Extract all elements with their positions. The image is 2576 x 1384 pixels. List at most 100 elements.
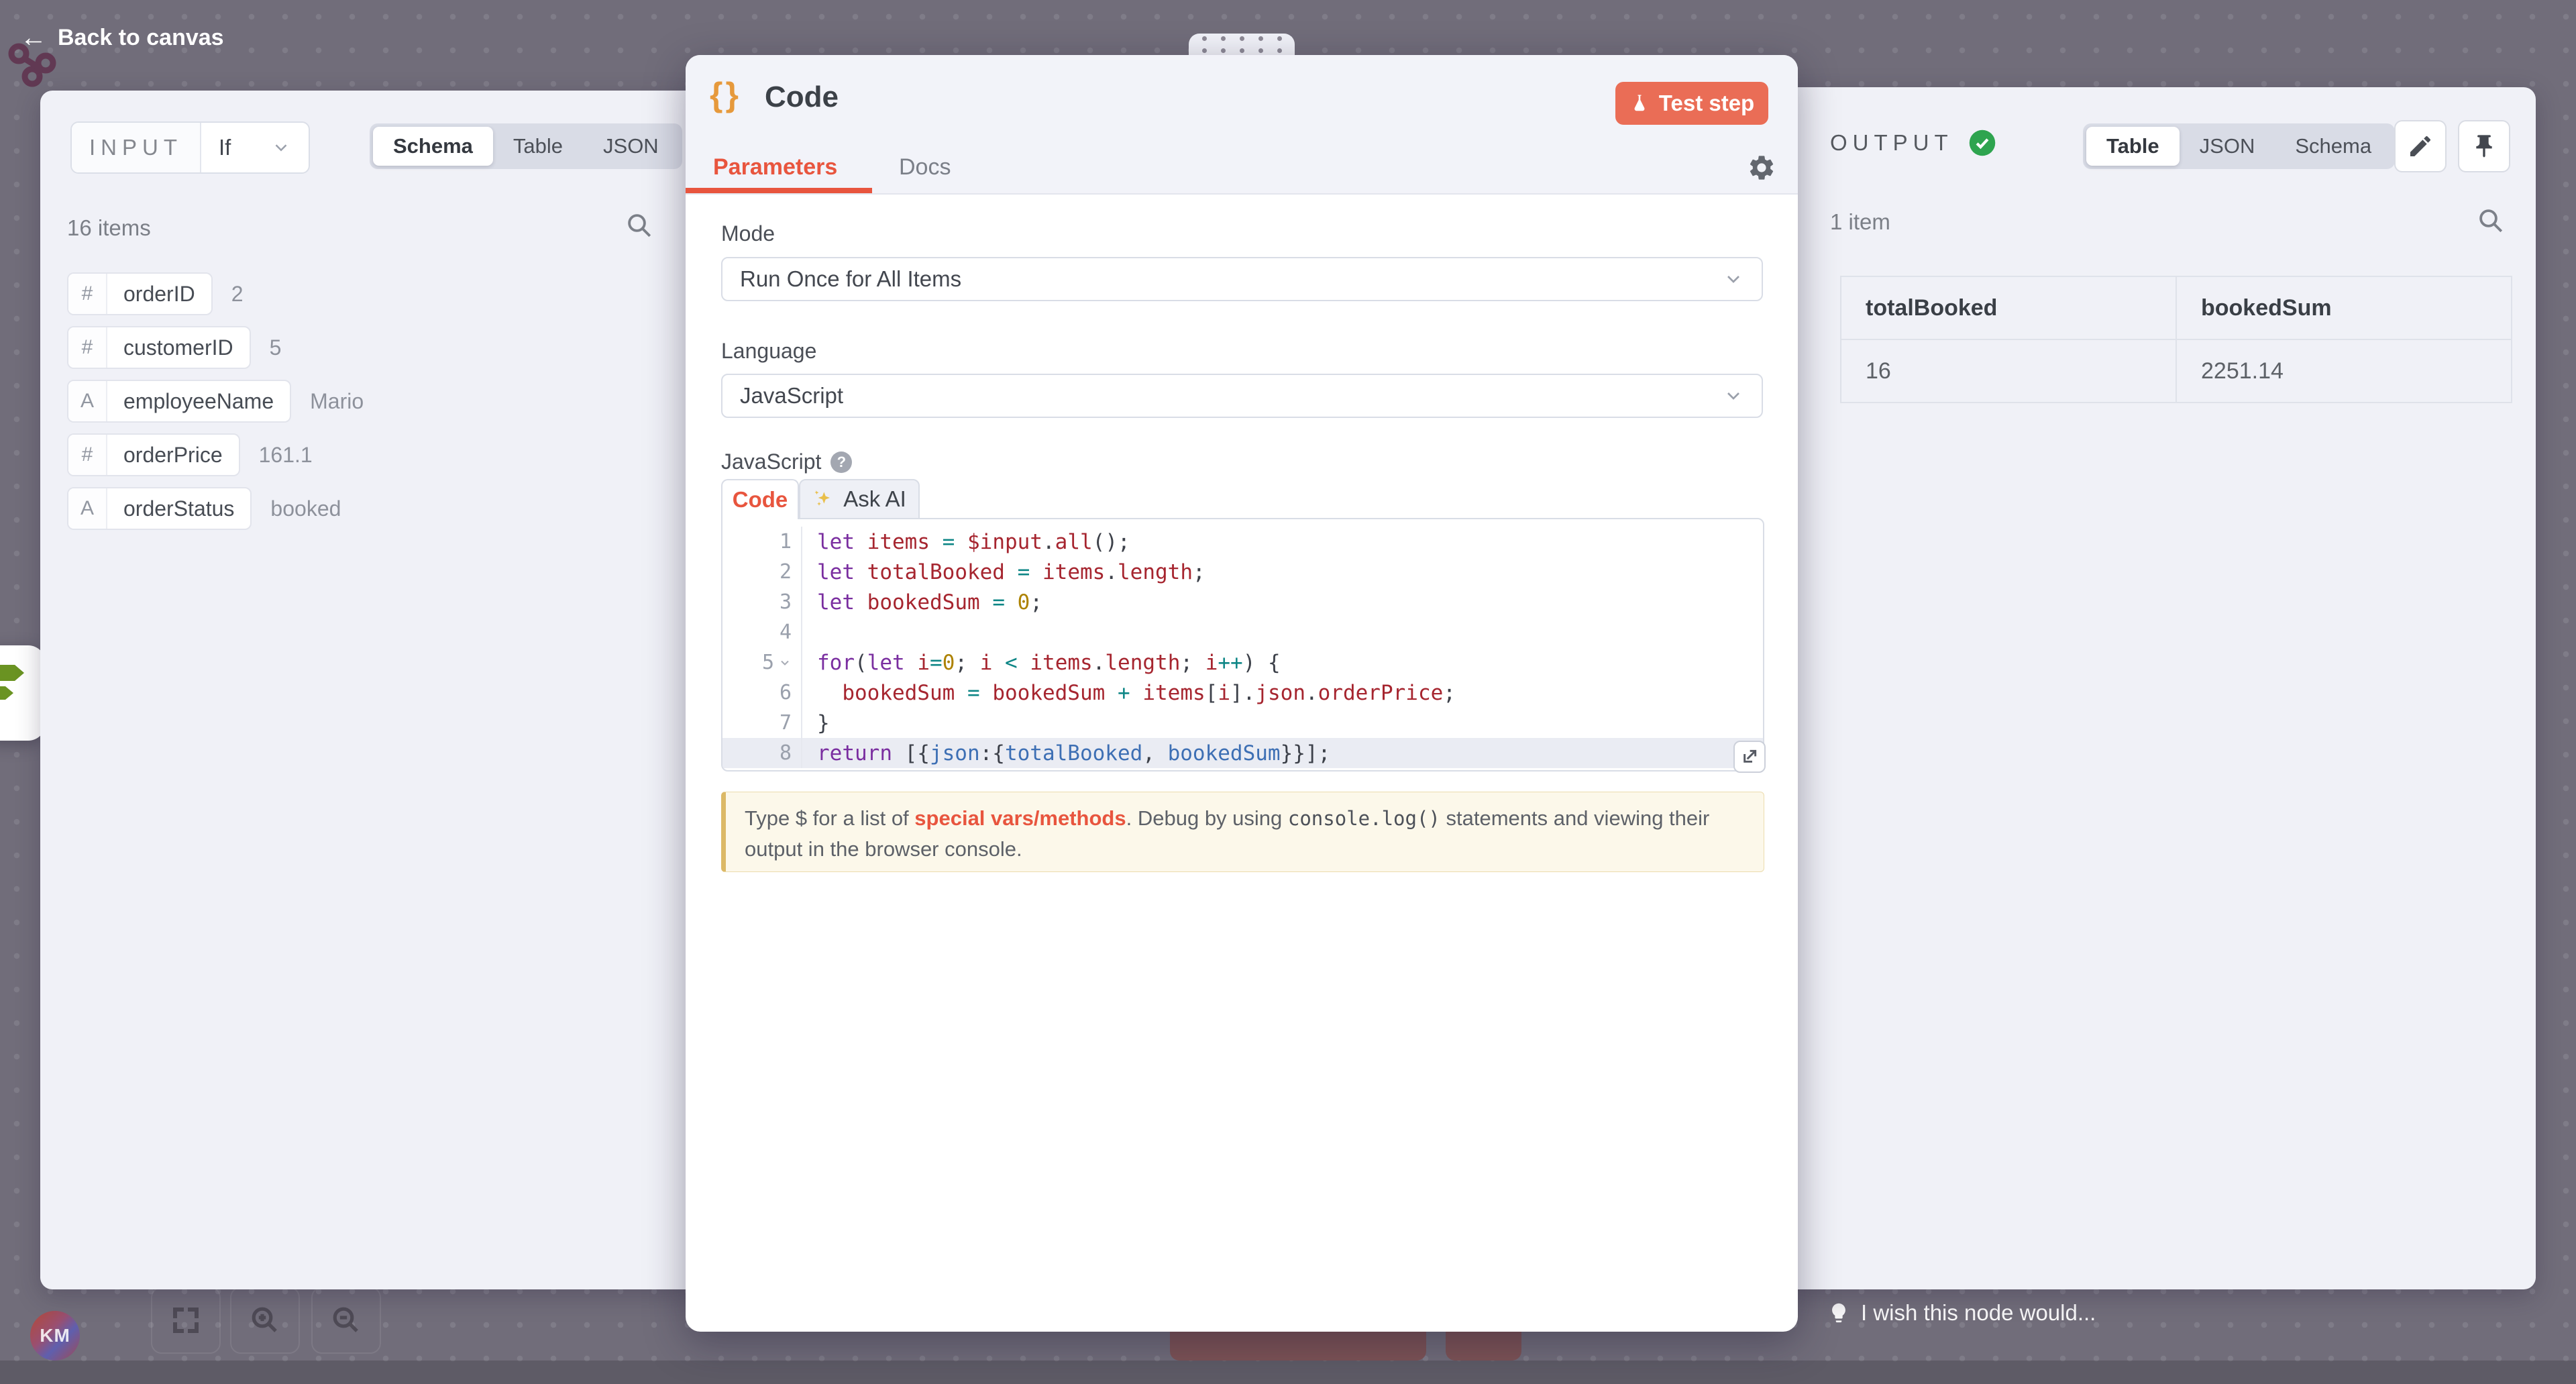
node-feedback-label: I wish this node would... <box>1861 1300 2096 1326</box>
field-name: employeeName <box>107 381 290 421</box>
tab-docs[interactable]: Docs <box>899 154 951 180</box>
input-source-group: INPUT If <box>70 121 310 174</box>
language-value: JavaScript <box>740 383 843 409</box>
zoom-out-button[interactable] <box>311 1287 381 1354</box>
zoom-in-button[interactable] <box>230 1287 300 1354</box>
output-view-tab-schema[interactable]: Schema <box>2275 127 2392 166</box>
mode-value: Run Once for All Items <box>740 266 961 292</box>
code-node-icon: {} <box>710 75 741 114</box>
search-icon[interactable] <box>625 211 653 239</box>
line-number: 8 <box>722 741 801 765</box>
node-feedback-prompt[interactable]: I wish this node would... <box>1827 1300 2096 1326</box>
input-view-tab-schema[interactable]: Schema <box>373 127 493 166</box>
gear-icon[interactable] <box>1747 153 1776 182</box>
help-icon[interactable]: ? <box>830 451 852 473</box>
code-line-6[interactable]: 6 bookedSum = bookedSum + items[i].json.… <box>722 678 1763 708</box>
field-type-icon: # <box>68 274 107 314</box>
editor-hint-callout: Type $ for a list of special vars/method… <box>721 792 1764 872</box>
schema-field-pill[interactable]: #customerID <box>67 326 251 369</box>
editor-tab-ask-ai[interactable]: Ask AI <box>799 479 920 519</box>
code-line-5[interactable]: 5for(let i=0; i < items.length; i++) { <box>722 647 1763 678</box>
flask-icon <box>1629 93 1650 113</box>
output-cell: 2251.14 <box>2176 339 2512 403</box>
output-items-count: 1 item <box>1830 209 1890 235</box>
schema-field-orderPrice[interactable]: #orderPrice 161.1 <box>67 433 313 476</box>
code-line-content: bookedSum = bookedSum + items[i].json.or… <box>801 678 1456 708</box>
input-view-tab-table[interactable]: Table <box>493 127 583 166</box>
output-panel: OUTPUT TableJSONSchema 1 item totalBooke… <box>1784 87 2536 1289</box>
output-column-header[interactable]: bookedSum <box>2176 276 2512 339</box>
output-panel-label: OUTPUT <box>1830 130 1953 156</box>
code-line-content: for(let i=0; i < items.length; i++) { <box>801 647 1281 678</box>
output-cell: 16 <box>1841 339 2176 403</box>
field-sample-value: 5 <box>270 335 282 360</box>
edit-output-button[interactable] <box>2394 120 2447 172</box>
success-check-icon <box>1968 129 1996 157</box>
output-column-header[interactable]: totalBooked <box>1841 276 2176 339</box>
input-panel-label: INPUT <box>72 123 201 172</box>
code-editor[interactable]: 1let items = $input.all();2let totalBook… <box>721 518 1764 771</box>
expand-editor-button[interactable] <box>1733 741 1766 773</box>
field-name: orderStatus <box>107 488 250 529</box>
editor-tab-code[interactable]: Code <box>721 479 799 519</box>
line-number: 6 <box>722 681 801 704</box>
table-row[interactable]: 16 2251.14 <box>1841 339 2512 403</box>
mode-select[interactable]: Run Once for All Items <box>721 257 1763 301</box>
input-panel: INPUT If SchemaTableJSON 16 items #order… <box>40 91 698 1289</box>
schema-field-orderStatus[interactable]: AorderStatusbooked <box>67 487 341 530</box>
schema-field-pill[interactable]: AemployeeName <box>67 380 291 423</box>
field-name: orderID <box>107 274 211 314</box>
code-line-content: let totalBooked = items.length; <box>801 557 1205 587</box>
line-number: 4 <box>722 621 801 644</box>
code-line-2[interactable]: 2let totalBooked = items.length; <box>722 557 1763 587</box>
output-table: totalBooked bookedSum 16 2251.14 <box>1840 276 2512 403</box>
schema-field-employeeName[interactable]: AemployeeNameMario <box>67 380 364 423</box>
language-select[interactable]: JavaScript <box>721 374 1763 418</box>
hint-text: statements and viewing their <box>1440 806 1710 830</box>
editor-tab-ask-ai-label: Ask AI <box>843 486 906 512</box>
tab-parameters[interactable]: Parameters <box>713 154 837 180</box>
modal-drag-handle[interactable] <box>1189 34 1295 56</box>
search-icon[interactable] <box>2477 207 2505 235</box>
input-view-switcher: SchemaTableJSON <box>370 123 682 169</box>
line-number: 7 <box>722 711 801 735</box>
avatar[interactable]: KM <box>30 1311 80 1361</box>
hint-text: Type $ for a list of <box>745 806 914 830</box>
canvas-bottom-band <box>0 1361 2576 1384</box>
pin-icon <box>2471 133 2498 160</box>
code-line-1[interactable]: 1let items = $input.all(); <box>722 527 1763 557</box>
field-sample-value: 161.1 <box>259 443 313 468</box>
connected-node-if-card[interactable] <box>0 645 46 741</box>
expand-icon <box>1739 746 1760 767</box>
input-view-tab-json[interactable]: JSON <box>583 127 679 166</box>
pin-data-button[interactable] <box>2458 120 2510 172</box>
fold-chevron-icon[interactable] <box>778 656 792 670</box>
code-line-content: let bookedSum = 0; <box>801 587 1042 617</box>
code-line-3[interactable]: 3let bookedSum = 0; <box>722 587 1763 617</box>
input-source-select[interactable]: If <box>201 123 309 172</box>
test-step-button[interactable]: Test step <box>1615 82 1768 125</box>
code-line-8[interactable]: 8return [{json:{totalBooked, bookedSum}}… <box>722 738 1763 768</box>
schema-field-pill[interactable]: AorderStatus <box>67 487 252 530</box>
n8n-node-detail-view: ← Back to canvas <box>0 0 2576 1384</box>
chevron-down-icon <box>1723 268 1744 290</box>
schema-field-customerID[interactable]: #customerID 5 <box>67 326 281 369</box>
schema-field-pill[interactable]: #orderID <box>67 272 213 315</box>
fit-view-button[interactable] <box>151 1287 221 1354</box>
editor-label: JavaScript <box>721 449 821 474</box>
line-number: 3 <box>722 590 801 614</box>
field-name: customerID <box>107 327 250 368</box>
code-line-content: return [{json:{totalBooked, bookedSum}}]… <box>801 738 1330 768</box>
output-view-tab-json[interactable]: JSON <box>2180 127 2275 166</box>
special-vars-link[interactable]: special vars/methods <box>914 806 1126 830</box>
schema-field-orderID[interactable]: #orderID2 <box>67 272 244 315</box>
mode-label: Mode <box>721 221 775 246</box>
editor-tab-code-label: Code <box>733 487 788 513</box>
output-view-tab-table[interactable]: Table <box>2086 127 2180 166</box>
code-line-7[interactable]: 7} <box>722 708 1763 738</box>
field-type-icon: A <box>68 488 107 529</box>
language-label: Language <box>721 339 816 364</box>
schema-field-pill[interactable]: #orderPrice <box>67 433 240 476</box>
line-number: 2 <box>722 560 801 584</box>
code-line-4[interactable]: 4 <box>722 617 1763 647</box>
